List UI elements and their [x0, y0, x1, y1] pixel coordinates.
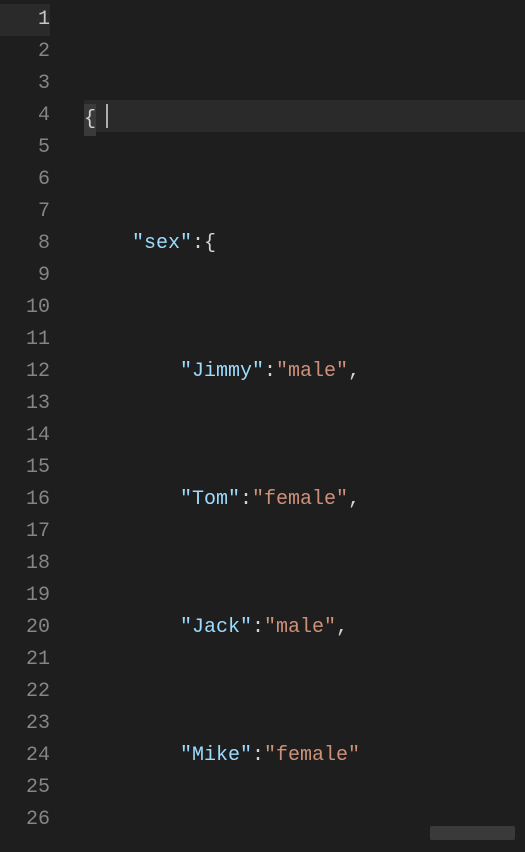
line-number: 1: [0, 4, 50, 36]
line-number: 14: [0, 420, 50, 452]
json-key: "Mike": [180, 744, 252, 767]
line-number: 16: [0, 484, 50, 516]
code-line[interactable]: "sex":{: [84, 228, 525, 260]
json-key: "Jimmy": [180, 360, 264, 383]
code-line[interactable]: {: [84, 100, 525, 132]
minimap-overlay: [430, 826, 515, 840]
text-cursor: [106, 104, 108, 128]
line-number: 19: [0, 580, 50, 612]
line-number: 11: [0, 324, 50, 356]
line-number: 2: [0, 36, 50, 68]
code-content[interactable]: { "sex":{ "Jimmy":"male", "Tom":"female"…: [60, 0, 525, 852]
line-number: 5: [0, 132, 50, 164]
line-number: 6: [0, 164, 50, 196]
line-number: 25: [0, 772, 50, 804]
line-number: 3: [0, 68, 50, 100]
line-number: 18: [0, 548, 50, 580]
line-number: 22: [0, 676, 50, 708]
line-number: 7: [0, 196, 50, 228]
line-number: 10: [0, 292, 50, 324]
line-number: 4: [0, 100, 50, 132]
line-number: 8: [0, 228, 50, 260]
line-number: 24: [0, 740, 50, 772]
line-number: 23: [0, 708, 50, 740]
json-string: "female": [264, 744, 360, 767]
line-number-gutter: 1 2 3 4 5 6 7 8 9 10 11 12 13 14 15 16 1…: [0, 0, 60, 852]
json-key: "sex": [132, 232, 192, 255]
line-number: 21: [0, 644, 50, 676]
code-line[interactable]: "Jack":"male",: [84, 612, 525, 644]
code-line[interactable]: "Jimmy":"male",: [84, 356, 525, 388]
brace-open: {: [204, 232, 216, 255]
colon: :: [192, 232, 204, 255]
line-number: 15: [0, 452, 50, 484]
code-line[interactable]: "Tom":"female",: [84, 484, 525, 516]
code-editor[interactable]: 1 2 3 4 5 6 7 8 9 10 11 12 13 14 15 16 1…: [0, 0, 525, 852]
json-string: "male": [264, 616, 336, 639]
line-number: 12: [0, 356, 50, 388]
json-key: "Tom": [180, 488, 240, 511]
json-string: "female": [252, 488, 348, 511]
line-number: 26: [0, 804, 50, 836]
line-number: 9: [0, 260, 50, 292]
line-number: 17: [0, 516, 50, 548]
brace-open: {: [84, 108, 96, 131]
line-number: 20: [0, 612, 50, 644]
json-key: "Jack": [180, 616, 252, 639]
json-string: "male": [276, 360, 348, 383]
code-line[interactable]: "Mike":"female": [84, 740, 525, 772]
line-number: 13: [0, 388, 50, 420]
